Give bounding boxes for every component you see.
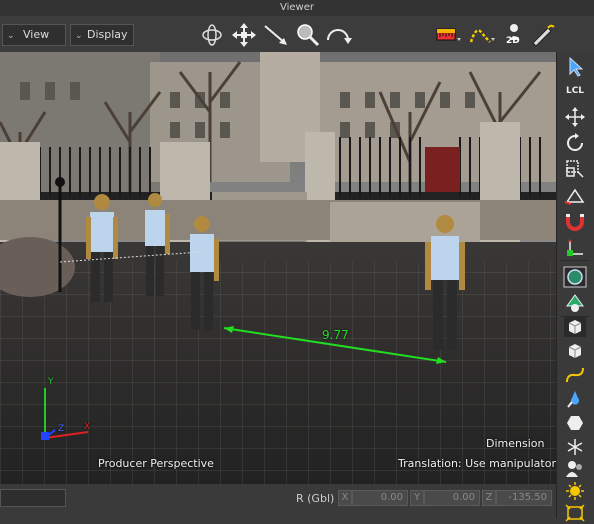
status-bar: R (Gbl) X 0.00 Y 0.00 Z -135.50 — [0, 484, 556, 518]
view-menu-label: View — [23, 28, 50, 41]
drop-icon[interactable] — [562, 388, 588, 410]
select-icon[interactable] — [562, 56, 588, 78]
people-icon[interactable] — [562, 458, 588, 480]
frame-icon[interactable] — [562, 502, 588, 524]
triangle-icon[interactable] — [562, 184, 588, 206]
3d-viewport[interactable]: 9.77 Y X Z Producer Perspective Dimensio… — [0, 52, 556, 484]
sun-icon[interactable] — [562, 480, 588, 502]
globe-icon[interactable] — [562, 266, 588, 288]
toolbar-divider — [561, 260, 589, 261]
camera-label: Producer Perspective — [98, 457, 214, 470]
lcl-label: LCL — [565, 86, 585, 96]
cube-icon[interactable] — [562, 316, 588, 338]
display-menu-label: Display — [87, 28, 128, 41]
pivot-icon[interactable] — [562, 236, 588, 258]
local-space-button[interactable]: LCL — [562, 80, 588, 102]
move-icon[interactable] — [562, 106, 588, 128]
x-value-field[interactable]: 0.00 — [352, 490, 408, 506]
rotate-icon[interactable] — [562, 132, 588, 154]
zoom-icon[interactable] — [294, 22, 322, 48]
chevron-down-icon: ⌄ — [7, 31, 15, 41]
spline-icon[interactable] — [562, 364, 588, 386]
sphere-icon[interactable] — [562, 292, 588, 314]
scene-render — [0, 52, 556, 484]
gizmo-z-label: Z — [58, 424, 65, 434]
dimension-value: 9.77 — [322, 328, 349, 342]
y-value-field[interactable]: 0.00 — [424, 490, 480, 506]
magnet-icon[interactable] — [562, 210, 588, 232]
cube-alt-icon[interactable] — [562, 340, 588, 362]
ruler-icon[interactable] — [434, 22, 462, 48]
gizmo-x-label: X — [84, 422, 91, 432]
2d-label: 2D — [506, 36, 520, 46]
pen-icon[interactable] — [528, 22, 556, 48]
z-value-field[interactable]: -135.50 — [496, 490, 552, 506]
viewer-toolbar: ⌄ View ⌄ Display 2D — [0, 16, 594, 53]
z-axis-label: Z — [482, 490, 496, 506]
path-icon[interactable] — [468, 22, 496, 48]
chevron-down-icon: ⌄ — [75, 31, 83, 41]
tool-label: Dimension — [486, 437, 545, 450]
hint-label: Translation: Use manipulator — [398, 457, 556, 470]
rotation-mode-label: R (Gbl) — [296, 492, 335, 505]
asterisk-icon[interactable] — [562, 436, 588, 458]
dolly-icon[interactable] — [262, 22, 290, 48]
display-menu-button[interactable]: ⌄ Display — [70, 24, 134, 46]
2d-view-button[interactable]: 2D — [500, 22, 528, 48]
scale-icon[interactable] — [562, 158, 588, 180]
view-menu-button[interactable]: ⌄ View — [2, 24, 66, 46]
x-axis-label: X — [338, 490, 352, 506]
window-title: Viewer — [280, 2, 314, 13]
y-axis-label: Y — [410, 490, 424, 506]
gizmo-y-label: Y — [48, 377, 54, 387]
hexagon-icon[interactable] — [562, 412, 588, 434]
orbit-icon[interactable] — [198, 22, 226, 48]
undo-view-icon[interactable] — [324, 22, 352, 48]
right-toolbar: LCL — [556, 52, 594, 522]
pan-icon[interactable] — [230, 22, 258, 48]
command-input[interactable] — [0, 489, 66, 507]
title-bar: Viewer — [0, 0, 594, 17]
